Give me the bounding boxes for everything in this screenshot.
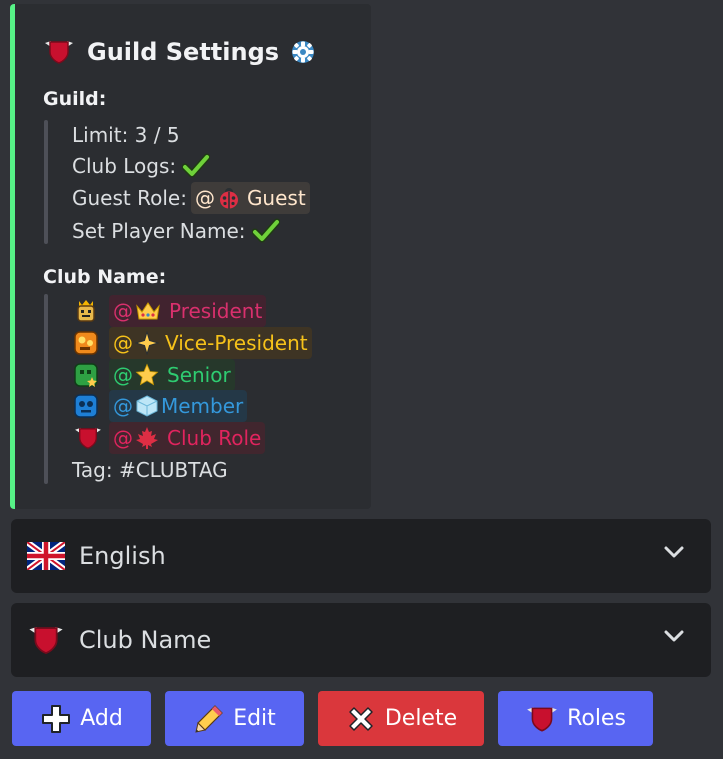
language-select-value: English [79,542,166,570]
club-select[interactable]: Club Name [11,603,711,677]
embed-title: Guild Settings [43,38,317,66]
club-role-name: Club Role [167,426,262,450]
member-role-name: Member [161,394,244,418]
add-button[interactable]: Add [12,691,151,746]
ladybug-icon [219,188,238,209]
president-role-name: President [169,299,263,323]
uk-flag-icon [27,542,65,570]
guest-role-line: Guest Role: @ Guest [72,182,310,214]
green-robot-icon [74,363,98,387]
shield-icon [75,427,101,449]
shield-icon [527,706,557,732]
club-tag: Tag: #CLUBTAG [72,458,228,482]
guild-quote-bar [44,120,48,244]
check-icon [251,218,280,243]
pencil-icon [195,704,224,733]
orange-robot-icon [74,331,98,355]
role-line-club-role: @ Club Role [73,422,266,454]
chevron-down-icon [664,630,684,642]
guild-field-name: Guild: [43,88,107,110]
mention-at: @ [113,426,133,450]
role-line-senior: @ Senior [73,359,235,391]
mention-at: @ [113,394,133,418]
edit-button[interactable]: Edit [165,691,304,746]
star-icon [135,363,159,386]
role-line-vice-president: @ Vice-President [73,327,312,359]
plus-icon [42,704,71,733]
senior-role-name: Senior [167,363,231,387]
mention-at: @ [113,363,133,387]
guest-role-name: Guest [246,186,306,210]
member-role-mention[interactable]: @ Member [109,390,248,422]
vice-president-role-mention[interactable]: @ Vice-President [109,327,312,359]
guild-limit: Limit: 3 / 5 [72,123,180,147]
roles-button[interactable]: Roles [498,691,653,746]
roles-button-label: Roles [567,706,626,731]
club-field-name: Club Name: [43,266,167,288]
ice-cube-icon [136,395,158,417]
club-role-mention[interactable]: @ Club Role [109,422,266,454]
edit-button-label: Edit [233,706,276,731]
role-line-president: @ President [73,295,267,327]
blue-robot-icon [74,394,98,418]
mention-at: @ [113,299,133,323]
shield-icon [45,41,73,64]
shield-icon [29,626,63,655]
sparkle-star-icon [135,331,159,355]
chevron-down-icon [664,546,684,558]
settings-embed: Guild Settings Guild: Limit: 3 / 5 Club … [10,4,371,509]
club-logs-label: Club Logs: [72,154,177,178]
role-line-member: @ Member [73,390,248,422]
check-icon [182,153,211,178]
crowned-robot-icon [77,300,95,322]
delete-button[interactable]: Delete [318,691,484,746]
club-select-value: Club Name [79,626,212,654]
add-button-label: Add [80,706,123,731]
gear-icon [292,41,315,63]
guest-role-mention[interactable]: @ Guest [190,182,310,214]
mention-at: @ [194,186,215,210]
crown-icon [136,302,160,320]
president-role-mention[interactable]: @ President [109,295,267,327]
mention-at: @ [113,331,133,355]
vice-president-role-name: Vice-President [165,331,308,355]
senior-role-mention[interactable]: @ Senior [109,359,235,391]
cross-mark-icon [349,706,373,731]
embed-title-text: Guild Settings [87,38,280,66]
delete-button-label: Delete [384,706,458,731]
guest-role-label: Guest Role: [72,186,187,210]
set-player-name-line: Set Player Name: [72,217,280,245]
language-select[interactable]: English [11,519,711,593]
set-player-name-label: Set Player Name: [72,219,246,243]
maple-leaf-icon [136,427,158,449]
club-quote-bar [44,294,48,484]
club-logs-line: Club Logs: [72,152,211,180]
